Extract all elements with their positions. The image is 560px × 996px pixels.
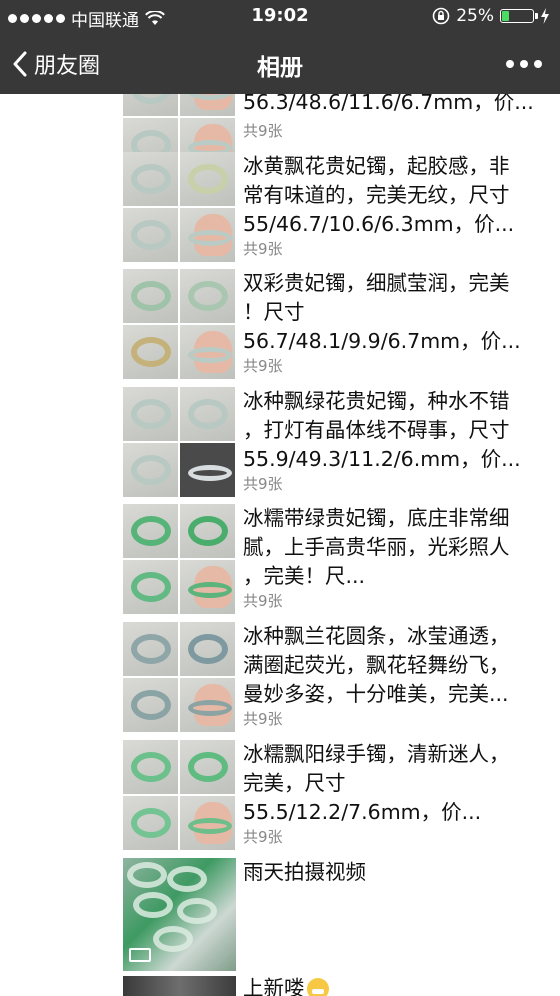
post-description[interactable]: 冰种飘兰花圆条，冰莹通透， 满圈起荧光，飘花轻舞纷飞， 曼妙多姿，十分唯美，完美… [243, 622, 555, 709]
photo-thumbnail[interactable] [180, 740, 235, 794]
photo-thumbnail[interactable] [180, 387, 235, 441]
photo-thumbnail[interactable] [180, 560, 235, 614]
photo-count: 共9张 [243, 828, 283, 846]
charging-icon [541, 8, 549, 24]
photo-thumbnail[interactable] [123, 443, 178, 497]
photo-thumbnail[interactable] [123, 622, 178, 676]
photo-thumbnail[interactable] [123, 325, 178, 379]
grin-emoji-icon [306, 978, 329, 996]
photo-grid[interactable] [123, 622, 236, 732]
video-icon [129, 948, 151, 962]
photo-thumbnail[interactable] [123, 976, 236, 996]
photo-thumbnail[interactable] [180, 208, 235, 262]
photo-grid[interactable] [123, 269, 236, 379]
photo-count: 共9张 [243, 240, 283, 258]
photo-thumbnail[interactable] [123, 208, 178, 262]
video-thumbnail[interactable] [123, 858, 236, 971]
navigation-bar: 朋友圈 相册 [0, 34, 560, 94]
photo-thumbnail[interactable] [123, 269, 178, 323]
post-description[interactable]: 冰种飘绿花贵妃镯，种水不错 ，打灯有晶体线不碍事，尺寸 55.9/49.3/11… [243, 387, 555, 474]
battery-icon [500, 9, 538, 23]
post-description[interactable]: 冰糯飘阳绿手镯，清新迷人， 完美，尺寸 55.5/12.2/7.6mm，价... [243, 740, 555, 827]
photo-grid[interactable] [123, 387, 236, 497]
photo-count: 共9张 [243, 710, 283, 728]
post-description[interactable]: 双彩贵妃镯，细腻莹润，完美 ！尺寸 56.7/48.1/9.9/6.7mm，价.… [243, 269, 555, 356]
status-bar: 中国联通 19:02 25% [0, 0, 560, 34]
photo-thumbnail[interactable] [123, 504, 178, 558]
photo-thumbnail[interactable] [180, 325, 235, 379]
photo-thumbnail[interactable] [180, 796, 235, 850]
photo-grid[interactable] [123, 504, 236, 614]
photo-grid[interactable] [123, 152, 236, 262]
more-options-button[interactable] [506, 60, 542, 68]
photo-thumbnail[interactable] [180, 678, 235, 732]
photo-count: 共9张 [243, 475, 283, 493]
photo-grid[interactable] [123, 740, 236, 850]
photo-thumbnail[interactable] [123, 560, 178, 614]
photo-thumbnail[interactable] [123, 796, 178, 850]
photo-thumbnail[interactable] [180, 443, 235, 497]
post-description[interactable]: 冰黄飘花贵妃镯，起胶感，非 常有味道的，完美无纹，尺寸 55/46.7/10.6… [243, 152, 555, 239]
photo-thumbnail[interactable] [123, 678, 178, 732]
battery-percent: 25% [456, 6, 494, 26]
photo-count: 共9张 [243, 357, 283, 375]
page-title: 相册 [257, 55, 303, 81]
photo-thumbnail[interactable] [123, 387, 178, 441]
photo-thumbnail[interactable] [123, 94, 178, 116]
photo-thumbnail[interactable] [180, 269, 235, 323]
photo-thumbnail[interactable] [180, 94, 235, 116]
post-description[interactable]: 上新喽 [243, 974, 329, 996]
photo-thumbnail[interactable] [180, 504, 235, 558]
photo-thumbnail[interactable] [123, 740, 178, 794]
photo-thumbnail[interactable] [180, 152, 235, 206]
video-title: 雨天拍摄视频 [243, 860, 366, 884]
photo-count: 共9张 [243, 122, 283, 140]
post-description[interactable]: 冰糯带绿贵妃镯，底庄非常细 腻，上手高贵华丽，光彩照人 ，完美！尺... [243, 504, 555, 591]
photo-thumbnail[interactable] [123, 152, 178, 206]
photo-thumbnail[interactable] [180, 622, 235, 676]
post-description[interactable]: 56.3/48.6/11.6/6.7mm，价... [243, 94, 555, 117]
album-list: 56.3/48.6/11.6/6.7mm，价... 共9张 冰黄飘花贵妃镯，起胶… [0, 94, 560, 996]
rotation-lock-icon [432, 7, 450, 25]
photo-count: 共9张 [243, 592, 283, 610]
